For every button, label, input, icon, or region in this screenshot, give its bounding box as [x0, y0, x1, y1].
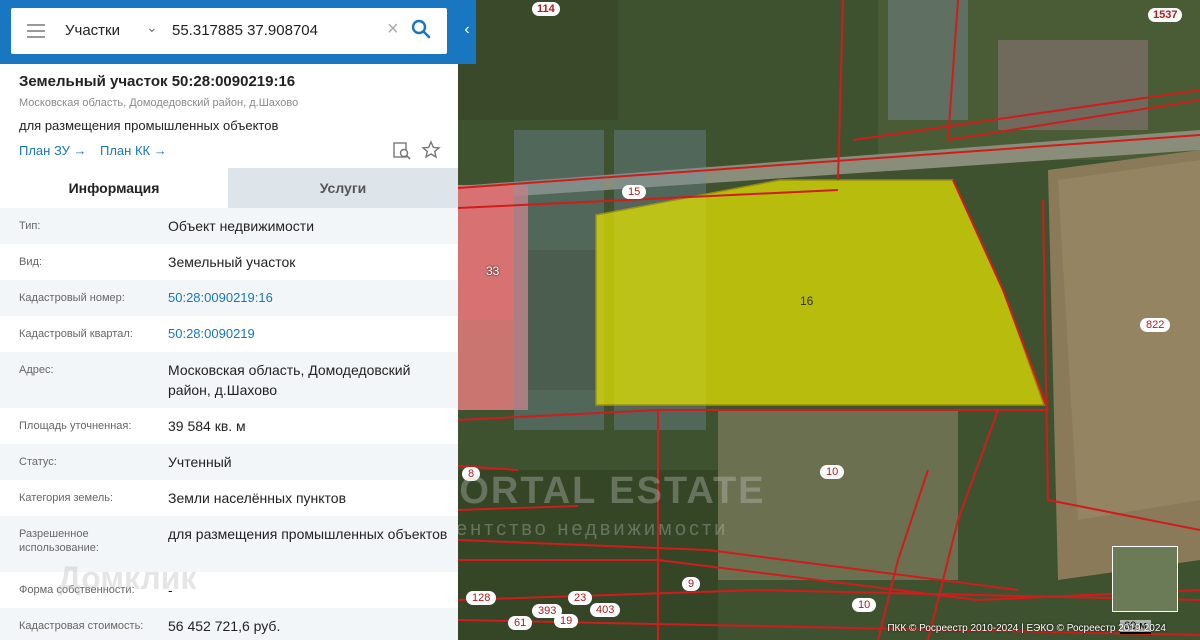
cadastral-map[interactable]: 114 1537 15 33 16 822 8 10 9 10 128 23 4… — [458, 0, 1200, 640]
document-search-icon[interactable] — [392, 141, 412, 161]
attr-row-land-category: Категория земель: Земли населённых пункт… — [0, 480, 458, 516]
attr-row-kind: Вид: Земельный участок — [0, 244, 458, 280]
search-box: Участки ⌄ 55.317885 37.908704 × — [11, 8, 447, 54]
search-type-select[interactable]: Участки — [65, 22, 120, 39]
menu-icon[interactable] — [27, 24, 45, 38]
map-label-15: 15 — [622, 185, 647, 199]
attr-value: 39 584 кв. м — [168, 418, 246, 434]
cadastral-number-link[interactable]: 50:28:0090219:16 — [168, 288, 448, 308]
attr-row-status: Статус: Учтенный — [0, 444, 458, 480]
attr-row-cadastral-value: Кадастровая стоимость: 56 452 721,6 руб. — [0, 608, 458, 640]
star-icon[interactable] — [421, 140, 441, 160]
attr-value: Московская область, Домодедовский район,… — [168, 362, 411, 398]
info-panel: Участки ⌄ 55.317885 37.908704 × Земельны… — [0, 0, 458, 640]
watermark-portal-estate: PORTAL ESTATE — [432, 470, 766, 512]
parcel-title: Земельный участок 50:28:0090219:16 — [19, 73, 296, 90]
attr-row-address: Адрес: Московская область, Домодедовский… — [0, 352, 458, 408]
attr-value: Земельный участок — [168, 254, 296, 270]
map-label-9: 9 — [682, 577, 701, 591]
parcel-address-subtitle: Московская область, Домодедовский район,… — [19, 97, 299, 109]
map-label-10-b: 10 — [852, 598, 877, 612]
search-bar: Участки ⌄ 55.317885 37.908704 × — [0, 0, 458, 64]
map-label-16: 16 — [800, 294, 814, 308]
map-label-33: 33 — [486, 264, 500, 278]
attr-label: Вид: — [19, 256, 42, 268]
watermark-domclick: Домклик — [58, 560, 197, 596]
map-label-128: 128 — [466, 591, 497, 605]
watermark-agency: агентство недвижимости — [432, 518, 729, 540]
map-label-61: 61 — [508, 616, 533, 630]
attr-row-type: Тип: Объект недвижимости — [0, 208, 458, 244]
map-label-822: 822 — [1140, 318, 1171, 332]
attr-row-cadastral-number: Кадастровый номер: 50:28:0090219:16 — [0, 280, 458, 316]
attr-label: Кадастровый номер: — [19, 292, 125, 304]
attr-label: Категория земель: — [19, 492, 114, 504]
map-label-403: 403 — [590, 603, 621, 617]
cadastral-quarter-link[interactable]: 50:28:0090219 — [168, 324, 448, 344]
tab-bar: Информация Услуги — [0, 168, 458, 208]
tab-information[interactable]: Информация — [0, 168, 228, 208]
attr-value: Земли населённых пунктов — [168, 490, 347, 506]
search-input[interactable]: 55.317885 37.908704 — [172, 22, 318, 39]
attr-label: Кадастровый квартал: — [19, 328, 133, 340]
collapse-panel-button[interactable]: ‹ — [458, 0, 476, 64]
map-label-19: 19 — [554, 614, 579, 628]
attr-value: Учтенный — [168, 454, 232, 470]
attr-label: Разрешенное использование: — [19, 528, 99, 554]
attr-value: - — [168, 582, 173, 598]
parcel-purpose: для размещения промышленных объектов — [19, 118, 279, 133]
attr-value: для размещения промышленных объектов — [168, 526, 448, 542]
attr-label: Тип: — [19, 220, 41, 232]
map-label-114: 114 — [532, 2, 560, 16]
attr-row-cadastral-quarter: Кадастровый квартал: 50:28:0090219 — [0, 316, 458, 352]
attr-row-area: Площадь уточненная: 39 584 кв. м — [0, 408, 458, 444]
minimap-toggle[interactable] — [1112, 546, 1178, 612]
map-label-1537: 1537 — [1148, 8, 1183, 22]
map-label-10-a: 10 — [820, 465, 845, 479]
search-icon[interactable] — [411, 19, 431, 39]
map-copyright: ПКК © Росреестр 2010-2024 | ЕЭКО © Росре… — [887, 623, 1166, 634]
attr-label: Площадь уточненная: — [19, 420, 132, 432]
plan-zu-link[interactable]: План ЗУ → — [19, 143, 87, 158]
map-imagery — [458, 0, 1200, 640]
attr-label: Кадастровая стоимость: — [19, 620, 144, 632]
attr-label: Статус: — [19, 456, 57, 468]
map-label-23: 23 — [568, 591, 593, 605]
plan-kk-link[interactable]: План КК → — [100, 143, 167, 158]
attr-value: Объект недвижимости — [168, 218, 315, 234]
attr-label: Адрес: — [19, 364, 54, 376]
attr-value: 56 452 721,6 руб. — [168, 618, 281, 634]
clear-icon[interactable]: × — [387, 18, 399, 41]
tab-services[interactable]: Услуги — [228, 168, 458, 208]
chevron-down-icon[interactable]: ⌄ — [146, 19, 158, 36]
